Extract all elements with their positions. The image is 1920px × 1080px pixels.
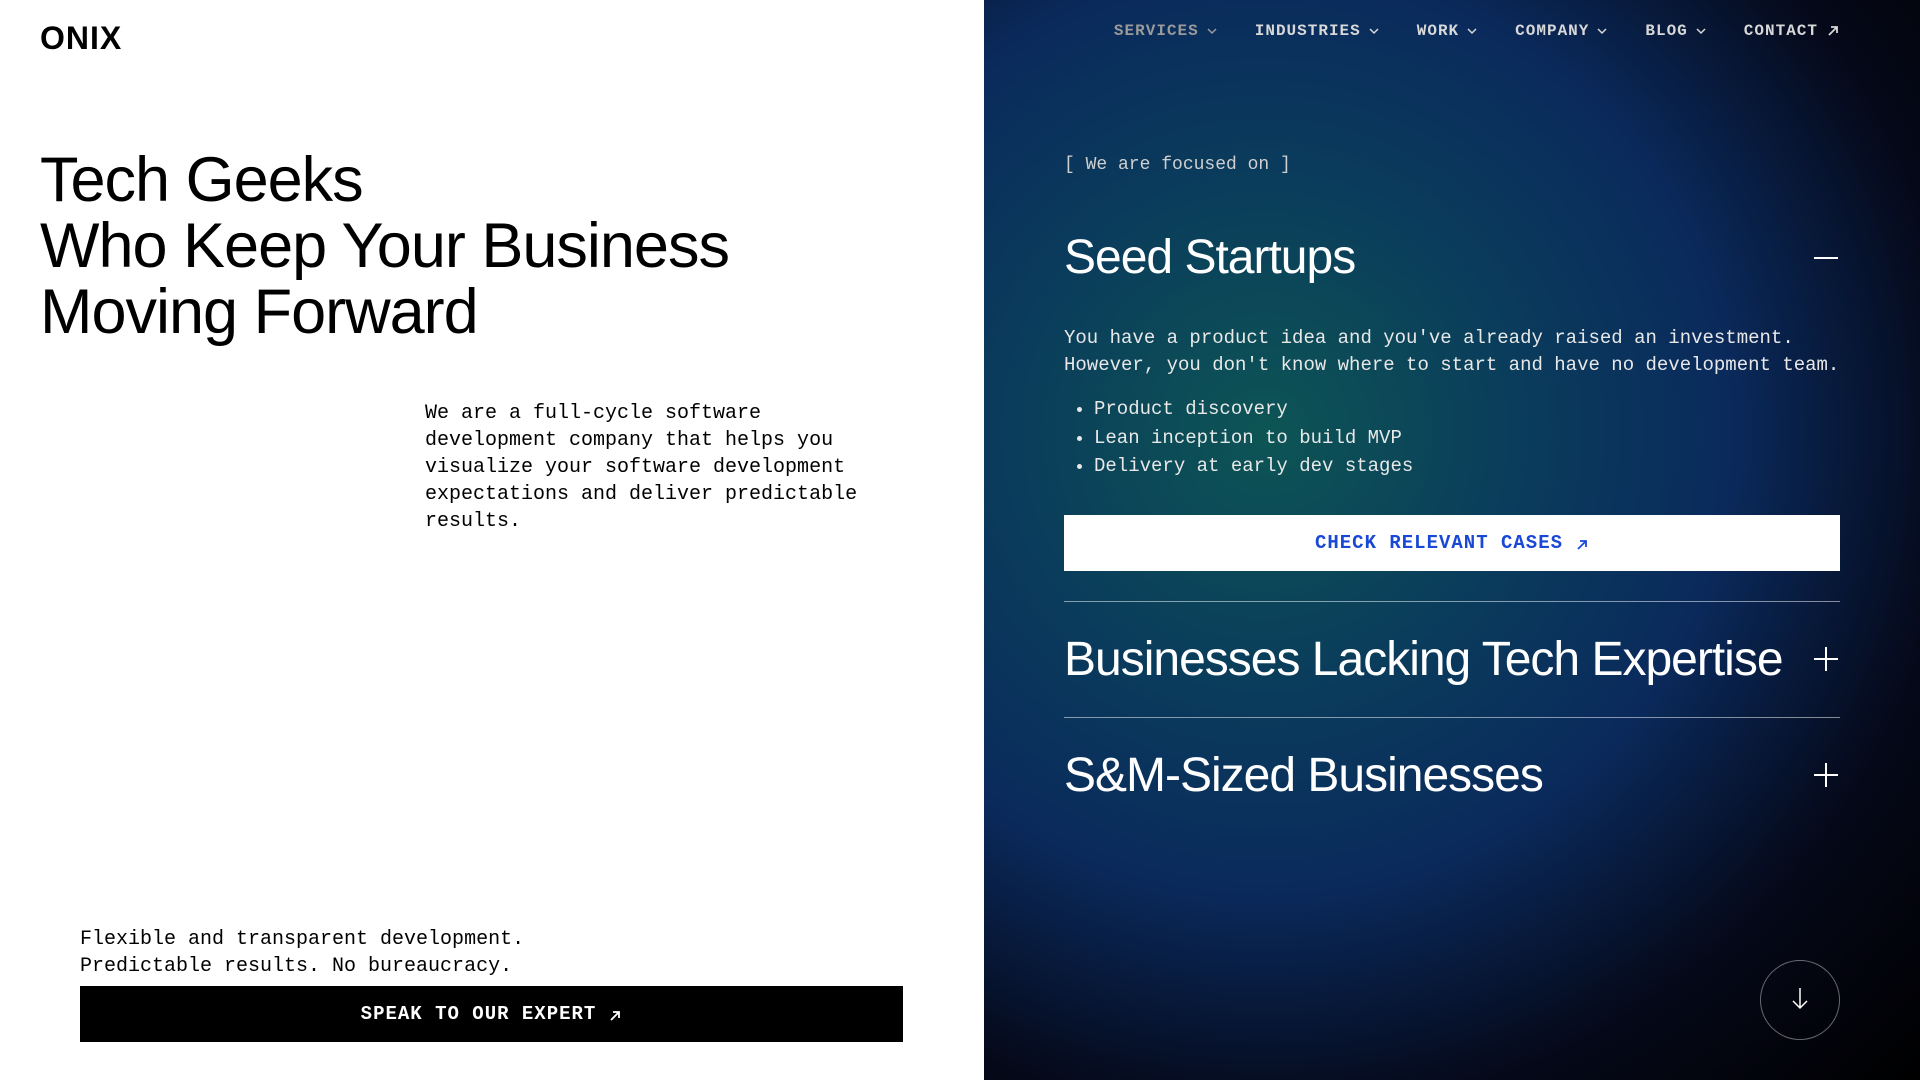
accordion: Seed Startups You have a product idea an…	[1064, 230, 1840, 833]
nav-label: INDUSTRIES	[1255, 22, 1361, 40]
nav-work[interactable]: WORK	[1417, 22, 1477, 40]
nav-company[interactable]: COMPANY	[1515, 22, 1607, 40]
plus-icon	[1812, 761, 1840, 789]
nav-services[interactable]: SERVICES	[1114, 22, 1217, 40]
main-nav: SERVICES INDUSTRIES WORK COMPANY BLOG CO…	[1114, 22, 1840, 40]
plus-icon	[1812, 645, 1840, 673]
nav-label: BLOG	[1645, 22, 1687, 40]
arrow-up-right-icon	[608, 1007, 622, 1021]
nav-contact[interactable]: CONTACT	[1744, 22, 1840, 40]
cases-label: CHECK RELEVANT CASES	[1315, 532, 1563, 554]
accordion-header[interactable]: Businesses Lacking Tech Expertise	[1064, 632, 1840, 687]
focused-label: [ We are focused on ]	[1064, 155, 1840, 175]
nav-label: WORK	[1417, 22, 1459, 40]
check-cases-button[interactable]: CHECK RELEVANT CASES	[1064, 515, 1840, 571]
accordion-header[interactable]: S&M-Sized Businesses	[1064, 748, 1840, 803]
tagline-line2: Predictable results. No bureaucracy.	[80, 955, 512, 978]
nav-label: SERVICES	[1114, 22, 1199, 40]
speak-to-expert-button[interactable]: SPEAK TO OUR EXPERT	[80, 986, 903, 1042]
left-panel: ONIX Tech Geeks Who Keep Your Business M…	[0, 0, 984, 1080]
chevron-down-icon	[1369, 26, 1379, 36]
chevron-down-icon	[1467, 26, 1477, 36]
accordion-list: Product discovery Lean inception to buil…	[1064, 396, 1840, 480]
hero-title-line1: Tech Geeks	[40, 145, 363, 215]
scroll-down-button[interactable]	[1760, 960, 1840, 1040]
nav-blog[interactable]: BLOG	[1645, 22, 1705, 40]
nav-label: COMPANY	[1515, 22, 1589, 40]
hero-description: We are a full-cycle software development…	[425, 400, 905, 535]
accordion-text: You have a product idea and you've alrea…	[1064, 325, 1840, 378]
logo[interactable]: ONIX	[40, 20, 984, 57]
arrow-up-right-icon	[1826, 24, 1840, 38]
hero-title-line2: Who Keep Your Business	[40, 211, 729, 281]
chevron-down-icon	[1207, 26, 1217, 36]
accordion-item-sm-businesses: S&M-Sized Businesses	[1064, 748, 1840, 833]
tagline-line1: Flexible and transparent development.	[80, 928, 524, 951]
nav-label: CONTACT	[1744, 22, 1818, 40]
accordion-title: Businesses Lacking Tech Expertise	[1064, 632, 1783, 687]
accordion-header[interactable]: Seed Startups	[1064, 230, 1840, 285]
right-panel: SERVICES INDUSTRIES WORK COMPANY BLOG CO…	[984, 0, 1920, 1080]
hero-tagline: Flexible and transparent development. Pr…	[80, 926, 524, 980]
list-item: Lean inception to build MVP	[1094, 425, 1840, 452]
list-item: Delivery at early dev stages	[1094, 453, 1840, 480]
chevron-down-icon	[1597, 26, 1607, 36]
arrow-down-icon	[1789, 986, 1811, 1015]
accordion-title: S&M-Sized Businesses	[1064, 748, 1543, 803]
accordion-item-seed-startups: Seed Startups You have a product idea an…	[1064, 230, 1840, 602]
chevron-down-icon	[1696, 26, 1706, 36]
accordion-item-businesses-lacking-tech: Businesses Lacking Tech Expertise	[1064, 632, 1840, 718]
hero-title-line3: Moving Forward	[40, 277, 478, 347]
accordion-title: Seed Startups	[1064, 230, 1355, 285]
minus-icon	[1812, 244, 1840, 272]
arrow-up-right-icon	[1575, 536, 1589, 550]
list-item: Product discovery	[1094, 396, 1840, 423]
nav-industries[interactable]: INDUSTRIES	[1255, 22, 1379, 40]
cta-label: SPEAK TO OUR EXPERT	[361, 1003, 597, 1025]
accordion-body: You have a product idea and you've alrea…	[1064, 325, 1840, 571]
hero-title: Tech Geeks Who Keep Your Business Moving…	[40, 147, 984, 345]
